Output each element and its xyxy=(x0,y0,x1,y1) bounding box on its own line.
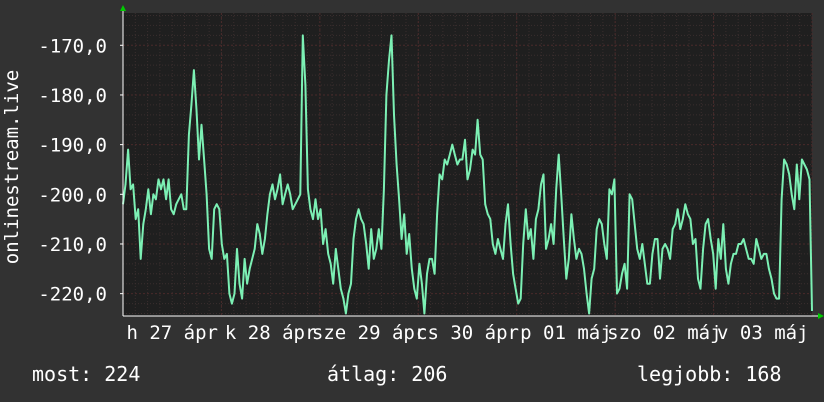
stat-current: most: 224 xyxy=(32,362,141,386)
stat-average: átlag: 206 xyxy=(327,362,448,386)
x-tick-label: k 28 ápr xyxy=(225,322,317,344)
x-tick-label: cs 30 ápr xyxy=(416,322,519,344)
y-ticks: -170,0 -180,0 -190,0 -200,0 -210,0 -220,0 xyxy=(38,35,123,306)
x-tick-label: p 01 máj xyxy=(520,322,612,344)
y-tick-label: -220,0 xyxy=(38,284,107,306)
y-tick-label: -200,0 xyxy=(38,184,107,206)
x-tick-label: sze 29 ápr xyxy=(312,322,426,344)
chart: h 27 ápr k 28 áprsze 29 áprcs 30 ápr p 01 … xyxy=(1,5,824,344)
x-axis-arrow xyxy=(818,313,824,319)
y-axis-arrow xyxy=(120,5,126,11)
x-tick-label: h 27 ápr xyxy=(126,322,218,344)
y-tick-label: -190,0 xyxy=(38,135,107,157)
x-tick-label: szo 02 máj xyxy=(607,322,721,344)
y-axis-label: onlinestream.live xyxy=(1,70,23,264)
y-tick-label: -210,0 xyxy=(38,234,107,256)
y-tick-label: -180,0 xyxy=(38,85,107,107)
stat-best: legjobb: 168 xyxy=(637,362,782,386)
x-ticks: h 27 ápr k 28 áprsze 29 áprcs 30 ápr p 01 … xyxy=(126,322,808,344)
x-tick-label: v 03 máj xyxy=(717,322,809,344)
y-tick-label: -170,0 xyxy=(38,35,107,57)
